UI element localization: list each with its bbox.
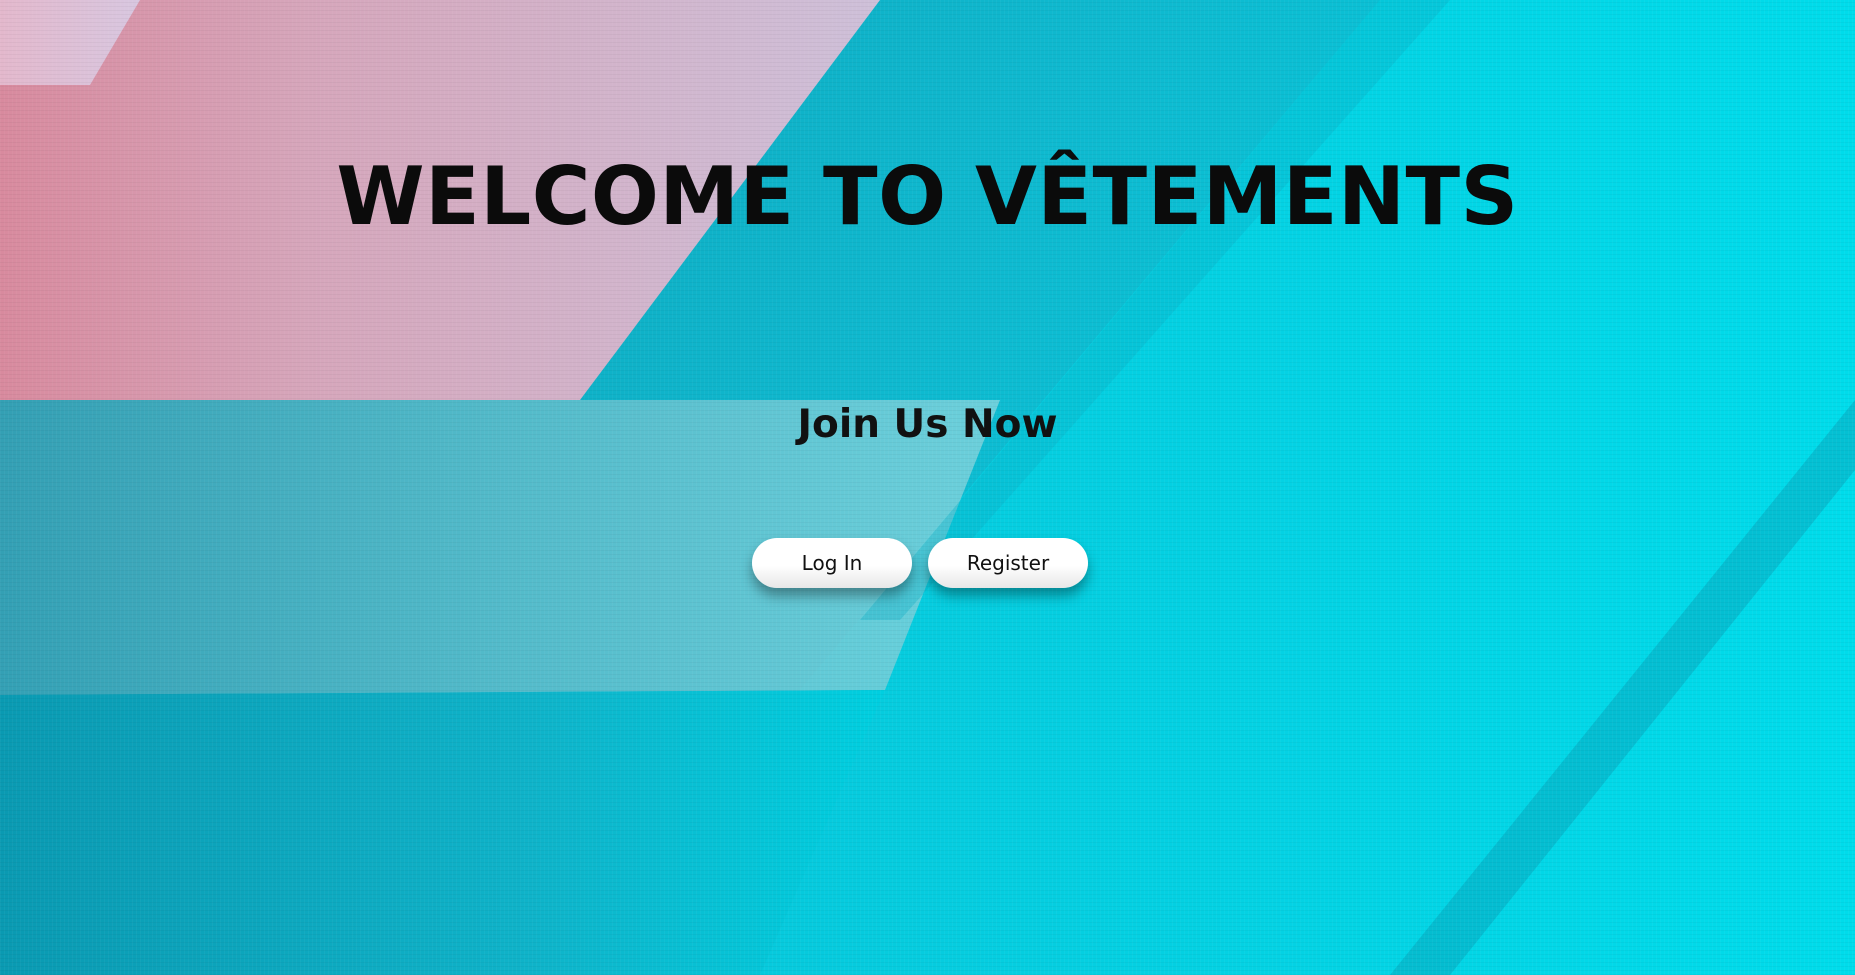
page-title: WELCOME TO VÊTEMENTS <box>336 150 1519 243</box>
login-button[interactable]: Log In <box>752 538 912 588</box>
background-image <box>0 0 1855 975</box>
join-subtitle: Join Us Now <box>797 402 1058 447</box>
background-graphic <box>0 0 1855 975</box>
register-button[interactable]: Register <box>928 538 1088 588</box>
